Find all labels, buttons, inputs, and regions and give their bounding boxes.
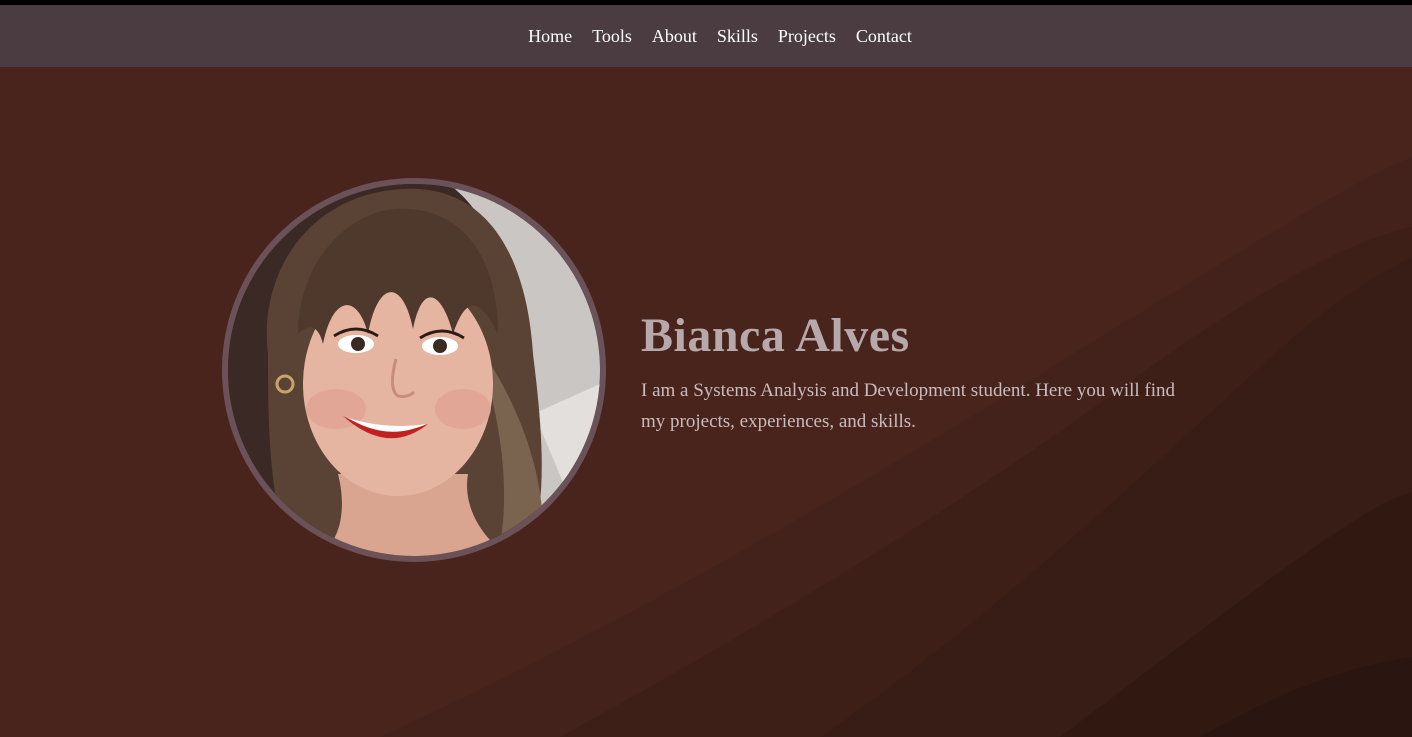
nav-item-projects: Projects bbox=[768, 5, 846, 67]
hero-text-block: Bianca Alves I am a Systems Analysis and… bbox=[641, 307, 1201, 437]
nav-menu: Home Tools About Skills Projects Contact bbox=[518, 5, 922, 67]
nav-item-about: About bbox=[642, 5, 707, 67]
hero-name: Bianca Alves bbox=[641, 309, 910, 362]
profile-photo bbox=[222, 178, 606, 562]
nav-link-projects[interactable]: Projects bbox=[768, 26, 846, 46]
portrait-image bbox=[228, 184, 600, 556]
nav-item-home: Home bbox=[518, 5, 582, 67]
nav-link-home[interactable]: Home bbox=[518, 26, 582, 46]
nav-item-tools: Tools bbox=[582, 5, 642, 67]
hero-description: I am a Systems Analysis and Development … bbox=[641, 380, 1176, 432]
nav-item-skills: Skills bbox=[707, 5, 768, 67]
nav-item-contact: Contact bbox=[846, 5, 922, 67]
nav-link-about[interactable]: About bbox=[642, 26, 707, 46]
nav-link-skills[interactable]: Skills bbox=[707, 26, 768, 46]
top-navbar: Home Tools About Skills Projects Contact bbox=[0, 5, 1412, 67]
hero-section: Bianca Alves I am a Systems Analysis and… bbox=[0, 67, 1412, 737]
nav-link-contact[interactable]: Contact bbox=[846, 26, 922, 46]
nav-link-tools[interactable]: Tools bbox=[582, 26, 642, 46]
